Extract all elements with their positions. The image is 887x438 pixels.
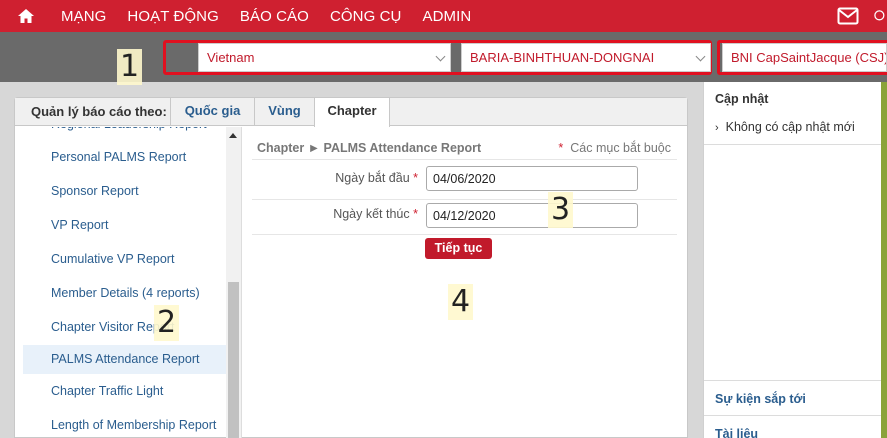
home-icon[interactable] xyxy=(0,0,52,32)
list-scrollbar[interactable] xyxy=(226,127,241,438)
tabs-label: Quản lý báo cáo theo: xyxy=(31,104,167,119)
end-date-label-text: Ngày kết thúc xyxy=(333,207,410,221)
scroll-up-icon[interactable] xyxy=(229,133,237,138)
events-link[interactable]: Sự kiện sắp tới xyxy=(715,392,806,406)
country-select[interactable]: Vietnam xyxy=(198,43,451,72)
tab-vung[interactable]: Vùng xyxy=(254,98,314,126)
tab-chapter[interactable]: Chapter xyxy=(314,98,390,127)
chevron-right-icon: › xyxy=(715,122,719,134)
country-select-value: Vietnam xyxy=(207,50,255,65)
list-item[interactable]: Personal PALMS Report xyxy=(23,143,226,172)
list-item[interactable]: Regional Leadership Report xyxy=(23,127,226,139)
marker-3: 3 xyxy=(548,192,574,228)
marker-2: 2 xyxy=(154,305,180,341)
required-star: * xyxy=(558,141,564,155)
documents-link[interactable]: Tài liệu xyxy=(715,427,758,438)
nav-hoat-dong[interactable]: HOẠT ĐỘNG xyxy=(127,8,218,25)
list-item[interactable]: Length of Membership Report xyxy=(23,411,226,438)
required-note: * Các mục bắt buộc xyxy=(558,141,671,155)
tab-quoc-gia[interactable]: Quốc gia xyxy=(170,98,254,126)
right-sidebar: Cập nhật › Không có cập nhật mới Sự kiện… xyxy=(703,82,887,438)
required-note-text: Các mục bắt buộc xyxy=(570,141,671,155)
divider xyxy=(704,415,882,416)
updates-item-text: Không có cập nhật mới xyxy=(725,120,855,134)
chevron-down-icon xyxy=(695,51,706,62)
continue-button[interactable]: Tiếp tục xyxy=(425,238,492,259)
search-icon[interactable] xyxy=(873,5,887,27)
divider xyxy=(252,159,677,160)
top-navigation: MẠNG HOẠT ĐỘNG BÁO CÁO CÔNG CỤ ADMIN xyxy=(0,0,887,32)
divider xyxy=(252,234,677,235)
divider xyxy=(704,380,882,381)
list-item[interactable]: Chapter Visitor Report xyxy=(23,313,226,342)
list-item[interactable]: Chapter Traffic Light xyxy=(23,377,226,406)
mail-icon[interactable] xyxy=(837,7,859,25)
report-panel: Quản lý báo cáo theo: Quốc gia Vùng Chap… xyxy=(14,97,688,438)
start-date-label: Ngày bắt đầu * xyxy=(253,171,418,185)
marker-4: 4 xyxy=(448,284,474,320)
updates-title: Cập nhật xyxy=(715,92,769,106)
required-star: * xyxy=(413,207,418,221)
region-select[interactable]: BARIA-BINHTHUAN-DONGNAI xyxy=(461,43,711,72)
list-item[interactable]: Member Details (4 reports) xyxy=(23,279,226,308)
nav-mang[interactable]: MẠNG xyxy=(61,8,106,25)
required-star: * xyxy=(413,171,418,185)
marker-1: 1 xyxy=(117,49,143,85)
report-list: Regional Leadership Report Personal PALM… xyxy=(23,127,226,438)
chapter-select-value: BNI CapSaintJacque (CSJ) xyxy=(731,50,887,65)
nav-cong-cu[interactable]: CÔNG CỤ xyxy=(330,8,402,25)
start-date-input[interactable] xyxy=(426,166,638,191)
list-item[interactable]: VP Report xyxy=(23,211,226,240)
region-select-value: BARIA-BINHTHUAN-DONGNAI xyxy=(470,50,655,65)
divider xyxy=(241,127,242,438)
list-item-selected[interactable]: PALMS Attendance Report xyxy=(23,345,226,374)
divider xyxy=(704,144,882,145)
list-item[interactable]: Sponsor Report xyxy=(23,177,226,206)
divider xyxy=(252,199,677,200)
end-date-label: Ngày kết thúc * xyxy=(253,207,418,221)
chevron-down-icon xyxy=(435,51,446,62)
chapter-select[interactable]: BNI CapSaintJacque (CSJ) xyxy=(722,43,887,72)
tab-bar: Quản lý báo cáo theo: Quốc gia Vùng Chap… xyxy=(15,98,687,127)
nav-bao-cao[interactable]: BÁO CÁO xyxy=(240,8,309,25)
start-date-label-text: Ngày bắt đầu xyxy=(335,171,410,185)
updates-item: › Không có cập nhật mới xyxy=(715,120,855,134)
sidebar-accent-strip xyxy=(881,82,887,438)
list-item[interactable]: Cumulative VP Report xyxy=(23,245,226,274)
end-date-input[interactable] xyxy=(426,203,638,228)
nav-admin[interactable]: ADMIN xyxy=(422,8,471,25)
breadcrumb: Chapter ► PALMS Attendance Report xyxy=(257,141,482,155)
scroll-thumb[interactable] xyxy=(228,282,239,438)
